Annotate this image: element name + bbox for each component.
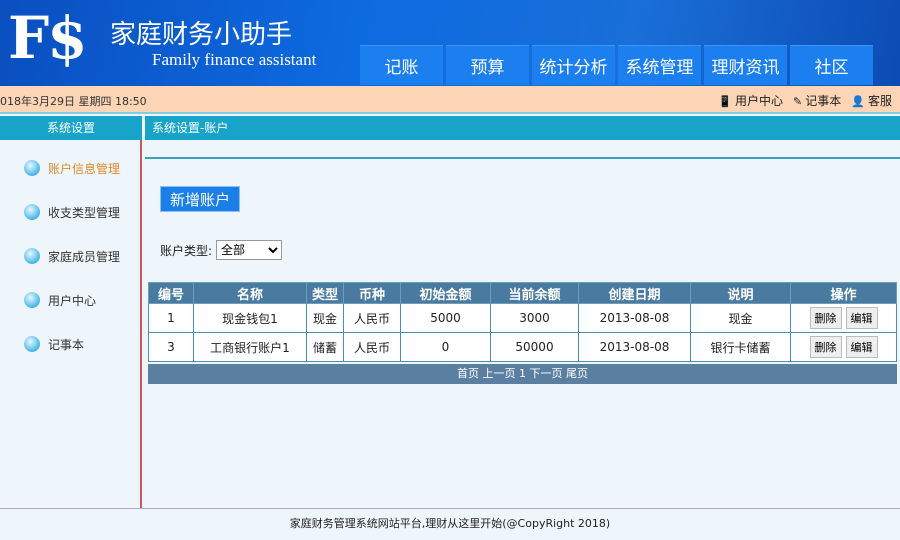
link-user-center[interactable]: 📱 用户中心 (718, 92, 783, 109)
cell-balance: 50000 (490, 332, 579, 362)
pagination: 首页 上一页 1 下一页 尾页 (148, 364, 897, 384)
next-page-link[interactable]: 下一页 (530, 367, 563, 380)
nav-system[interactable]: 系统管理 (618, 45, 701, 85)
cell-currency: 人民币 (343, 332, 401, 362)
nav-finance-news[interactable]: 理财资讯 (704, 45, 787, 85)
info-bar: 018年3月29日 星期四 18:50 📱 用户中心 ✎ 记事本 👤 客服 (0, 86, 900, 114)
notebook-icon: ✎ (793, 95, 803, 108)
nav-budget[interactable]: 预算 (446, 45, 529, 85)
nav-jizhang[interactable]: 记账 (360, 45, 443, 85)
cell-type: 现金 (306, 303, 344, 333)
cell-actions: 删除 编辑 (790, 303, 897, 333)
cell-name: 现金钱包1 (193, 303, 307, 333)
datetime: 018年3月29日 星期四 18:50 (0, 95, 147, 108)
edit-button[interactable]: 编辑 (845, 307, 878, 329)
footer: 家庭财务管理系统网站平台,理财从这里开始(@CopyRight 2018) (0, 508, 900, 540)
link-notebook[interactable]: ✎ 记事本 (793, 92, 841, 109)
new-account-button[interactable]: 新增账户 (160, 186, 240, 212)
prev-page-link[interactable]: 上一页 (483, 367, 516, 380)
current-page: 1 (519, 367, 526, 380)
edit-button[interactable]: 编辑 (845, 336, 878, 358)
cell-type: 储蓄 (306, 332, 344, 362)
sidebar-item-notebook[interactable]: 记事本 (0, 322, 140, 366)
table-row: 3 工商银行账户1 储蓄 人民币 0 50000 2013-08-08 银行卡储… (148, 332, 897, 362)
header: F$ 家庭财务小助手 Family finance assistant 记账 预… (0, 0, 900, 86)
support-icon: 👤 (851, 95, 865, 108)
nav-statistics[interactable]: 统计分析 (532, 45, 615, 85)
app-subtitle: Family finance assistant (152, 50, 317, 69)
bullet-icon (24, 292, 40, 308)
last-page-link[interactable]: 尾页 (566, 367, 588, 380)
cell-desc: 银行卡储蓄 (690, 332, 791, 362)
sidebar: 账户信息管理 收支类型管理 家庭成员管理 用户中心 记事本 (0, 140, 142, 508)
cell-name: 工商银行账户1 (193, 332, 307, 362)
cell-balance: 3000 (490, 303, 579, 333)
col-currency: 币种 (343, 282, 401, 304)
cell-initial: 5000 (400, 303, 491, 333)
cell-date: 2013-08-08 (578, 332, 691, 362)
cell-currency: 人民币 (343, 303, 401, 333)
delete-button[interactable]: 删除 (809, 336, 842, 358)
account-type-select[interactable]: 全部 (216, 240, 283, 260)
cell-actions: 删除 编辑 (790, 332, 897, 362)
user-center-icon: 📱 (718, 95, 733, 108)
col-date: 创建日期 (578, 282, 691, 304)
link-support[interactable]: 👤 客服 (851, 92, 892, 109)
col-type: 类型 (306, 282, 344, 304)
cell-id: 1 (148, 303, 194, 333)
bullet-icon (24, 204, 40, 220)
table-row: 1 现金钱包1 现金 人民币 5000 3000 2013-08-08 现金 删… (148, 303, 897, 333)
first-page-link[interactable]: 首页 (457, 367, 479, 380)
nav-community[interactable]: 社区 (790, 45, 873, 85)
content: 新增账户 账户类型: 全部 编号 名称 类型 币种 初始金额 当前余额 创建日期… (145, 140, 900, 508)
cell-desc: 现金 (690, 303, 791, 333)
breadcrumb: 系统设置-账户 (145, 116, 900, 140)
col-desc: 说明 (690, 282, 791, 304)
main-nav: 记账 预算 统计分析 系统管理 理财资讯 社区 (360, 45, 873, 85)
logo: F$ (8, 4, 88, 72)
bullet-icon (24, 336, 40, 352)
cell-id: 3 (148, 332, 194, 362)
sidebar-item-members[interactable]: 家庭成员管理 (0, 234, 140, 278)
accounts-table: 编号 名称 类型 币种 初始金额 当前余额 创建日期 说明 操作 1 现金钱包1… (148, 282, 897, 362)
sidebar-item-user-center[interactable]: 用户中心 (0, 278, 140, 322)
sidebar-item-accounts[interactable]: 账户信息管理 (0, 146, 140, 190)
cell-date: 2013-08-08 (578, 303, 691, 333)
col-name: 名称 (193, 282, 307, 304)
app-title: 家庭财务小助手 (110, 20, 293, 50)
col-actions: 操作 (790, 282, 897, 304)
cell-initial: 0 (400, 332, 491, 362)
sidebar-item-categories[interactable]: 收支类型管理 (0, 190, 140, 234)
bullet-icon (24, 160, 40, 176)
filter-label: 账户类型: (160, 243, 213, 258)
bullet-icon (24, 248, 40, 264)
delete-button[interactable]: 删除 (809, 307, 842, 329)
divider (145, 157, 900, 159)
sidebar-title: 系统设置 (0, 116, 142, 140)
account-type-filter: 账户类型: 全部 (160, 240, 283, 260)
col-balance: 当前余额 (490, 282, 579, 304)
col-id: 编号 (148, 282, 194, 304)
col-initial: 初始金额 (400, 282, 491, 304)
